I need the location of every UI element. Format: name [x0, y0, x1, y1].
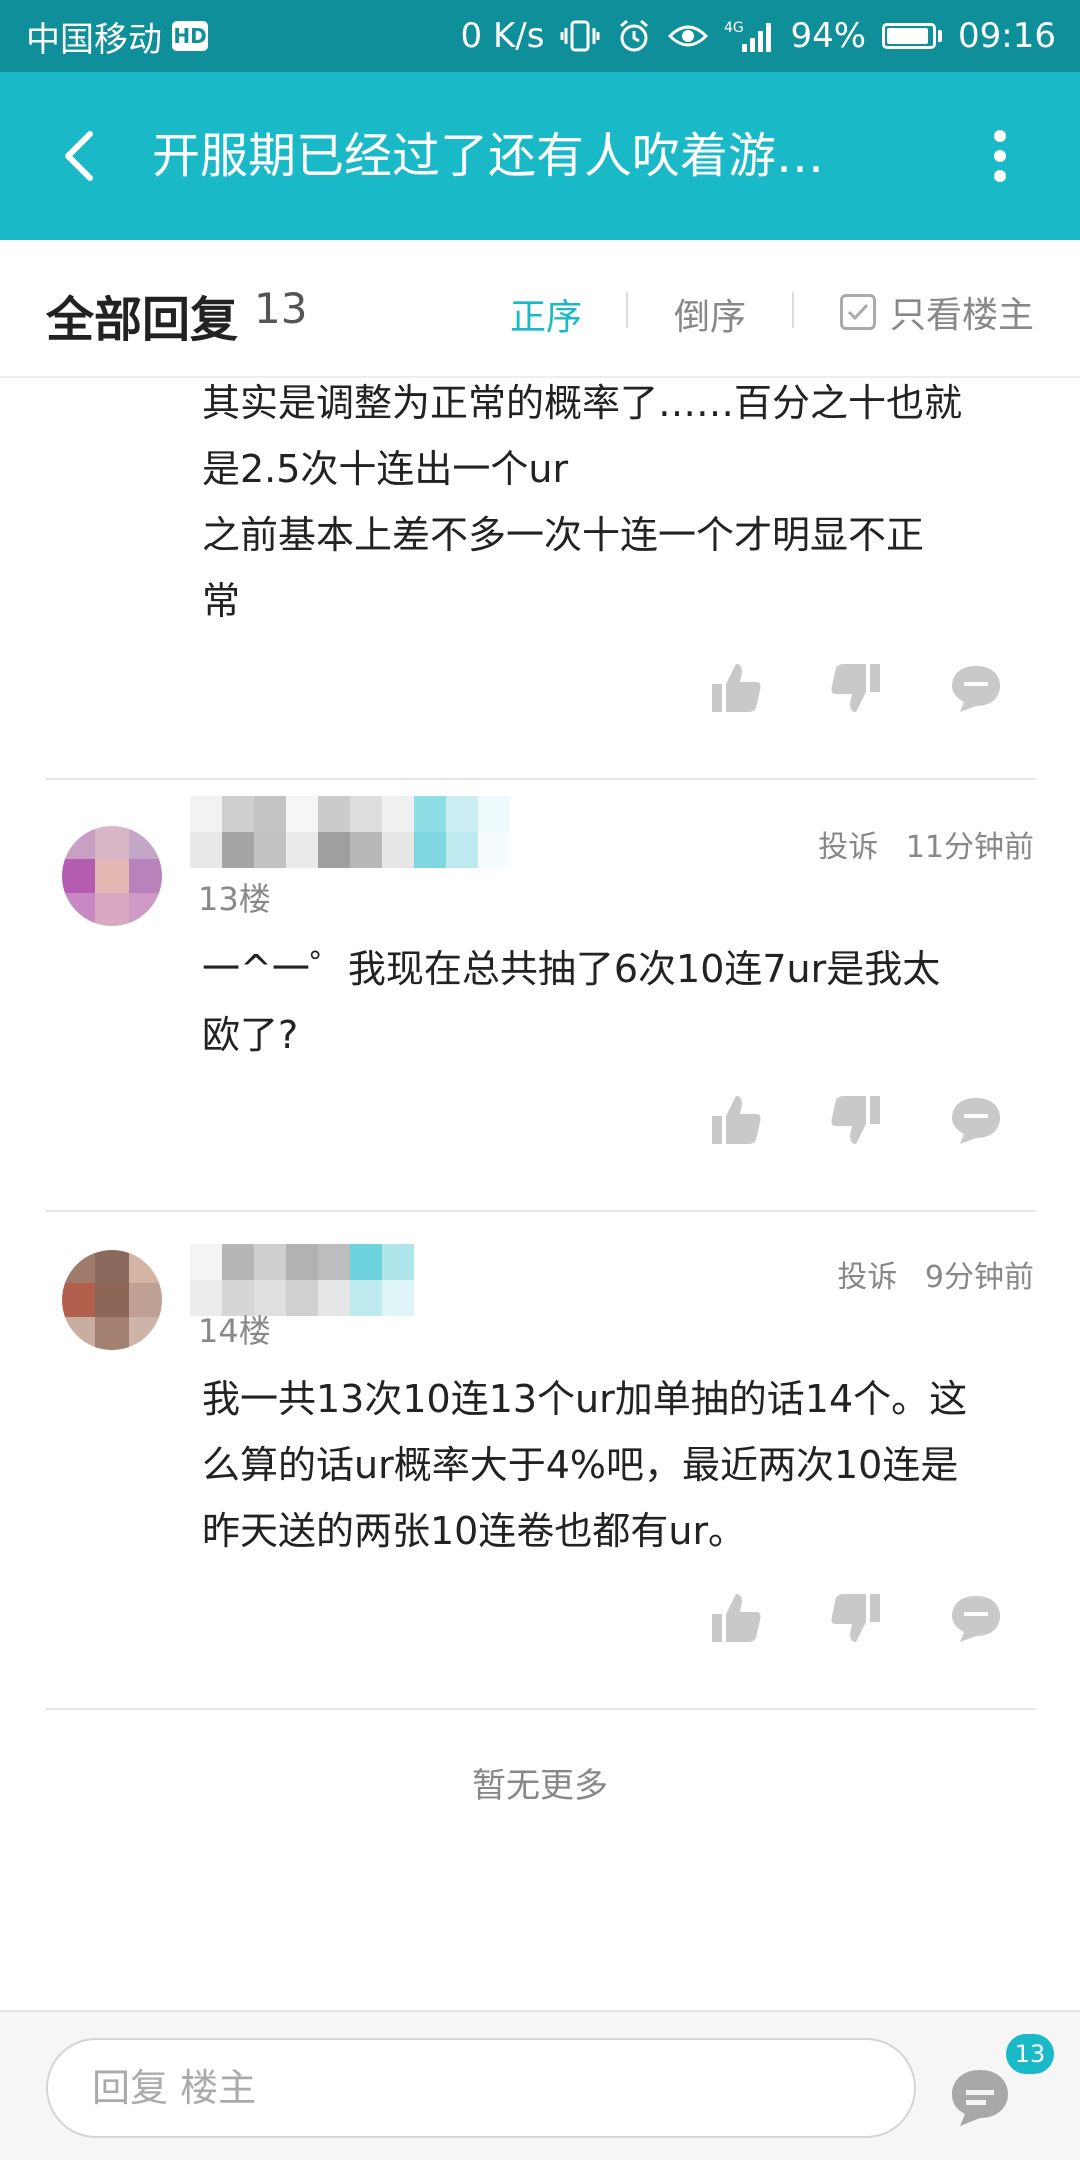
dislike-icon[interactable] — [824, 1586, 888, 1650]
reply-line: 欧了? — [202, 1013, 299, 1057]
comments-button[interactable] — [940, 2056, 1020, 2136]
reply-time: 9分钟前 — [924, 1260, 1034, 1295]
username-blurred[interactable] — [190, 796, 510, 868]
alarm-icon — [616, 18, 652, 54]
reply-line: 之前基本上差不多一次十连一个才明显不正 — [202, 513, 925, 557]
avatar[interactable] — [62, 826, 162, 926]
comment-icon[interactable] — [944, 1586, 1008, 1650]
report-link[interactable]: 投诉 — [837, 1260, 897, 1295]
more-options-button[interactable] — [960, 116, 1040, 196]
net-speed: 0 K/s — [460, 16, 545, 56]
reply-meta: 投诉 11分钟前 — [800, 822, 1034, 866]
like-icon[interactable] — [704, 1586, 768, 1650]
page-title: 开服期已经过了还有人吹着游… — [152, 128, 825, 184]
sort-ascending-tab[interactable]: 正序 — [510, 288, 582, 340]
reply-actions — [0, 1586, 1080, 1650]
checkbox-icon — [840, 294, 876, 330]
reply-content: 一^一゜我现在总共抽了6次10连7ur是我太 欧了? — [202, 936, 1022, 1068]
signal-icon: 4G — [724, 18, 774, 54]
reply-divider — [46, 1708, 1036, 1710]
sort-descending-tab[interactable]: 倒序 — [674, 288, 746, 340]
replies-header: 全部回复 13 正序 倒序 只看楼主 — [0, 240, 1080, 378]
only-op-toggle[interactable]: 只看楼主 — [840, 286, 1034, 338]
reply-count: 13 — [254, 284, 308, 333]
divider — [792, 292, 794, 328]
bottom-bar: 回复 楼主 13 — [0, 2010, 1080, 2160]
floor-number: 14楼 — [198, 1312, 271, 1350]
comment-bubble-icon — [952, 2070, 1008, 2126]
reply-actions — [0, 1088, 1080, 1152]
dislike-icon[interactable] — [824, 656, 888, 720]
reply-line: 常 — [202, 579, 241, 623]
like-icon[interactable] — [704, 1088, 768, 1152]
battery-percent: 94% — [790, 16, 867, 56]
clock: 09:16 — [958, 16, 1056, 56]
reply-actions — [0, 656, 1080, 720]
comment-icon[interactable] — [944, 656, 1008, 720]
reply-input[interactable]: 回复 楼主 — [46, 2038, 916, 2138]
dislike-icon[interactable] — [824, 1088, 888, 1152]
more-vertical-icon — [994, 130, 1006, 182]
comment-icon[interactable] — [944, 1088, 1008, 1152]
only-op-label: 只看楼主 — [890, 295, 1035, 336]
reply-line: 我一共13次10连13个ur加单抽的话14个。这 — [202, 1377, 968, 1421]
reply-line: 一^一゜我现在总共抽了6次10连7ur是我太 — [202, 947, 941, 991]
report-link[interactable]: 投诉 — [818, 830, 878, 865]
like-icon[interactable] — [704, 656, 768, 720]
reply-meta: 投诉 9分钟前 — [819, 1252, 1034, 1296]
reply-content: 我一共13次10连13个ur加单抽的话14个。这 么算的话ur概率大于4%吧，最… — [202, 1366, 1022, 1564]
no-more-text: 暂无更多 — [472, 1766, 608, 1806]
title-bar: 开服期已经过了还有人吹着游… — [0, 72, 1080, 240]
reply-divider — [46, 1210, 1036, 1212]
reply-line: 昨天送的两张10连卷也都有ur。 — [202, 1509, 747, 1553]
svg-text:4G: 4G — [724, 20, 744, 36]
floor-number: 13楼 — [198, 880, 271, 918]
reply-line: 是2.5次十连出一个ur — [202, 447, 569, 491]
reply-line: 其实是调整为正常的概率了……百分之十也就 — [202, 381, 963, 425]
back-arrow-icon — [65, 131, 93, 181]
battery-icon — [882, 23, 943, 49]
avatar[interactable] — [62, 1250, 162, 1350]
comment-count-badge: 13 — [1006, 2034, 1054, 2074]
reply-divider — [46, 778, 1036, 780]
divider — [626, 292, 628, 328]
status-bar: 中国移动 HD 0 K/s 4G 94% 09:16 — [0, 0, 1080, 72]
vibrate-icon — [560, 18, 600, 54]
carrier-name: 中国移动 — [26, 19, 162, 60]
back-button[interactable] — [38, 116, 118, 196]
eye-icon — [668, 18, 709, 54]
reply-line: 么算的话ur概率大于4%吧，最近两次10连是 — [202, 1443, 959, 1487]
hd-badge: HD — [172, 21, 208, 51]
reply-time: 11分钟前 — [905, 830, 1034, 865]
all-replies-title: 全部回复 — [46, 292, 239, 348]
reply-content: 其实是调整为正常的概率了……百分之十也就 是2.5次十连出一个ur 之前基本上差… — [202, 370, 1022, 634]
